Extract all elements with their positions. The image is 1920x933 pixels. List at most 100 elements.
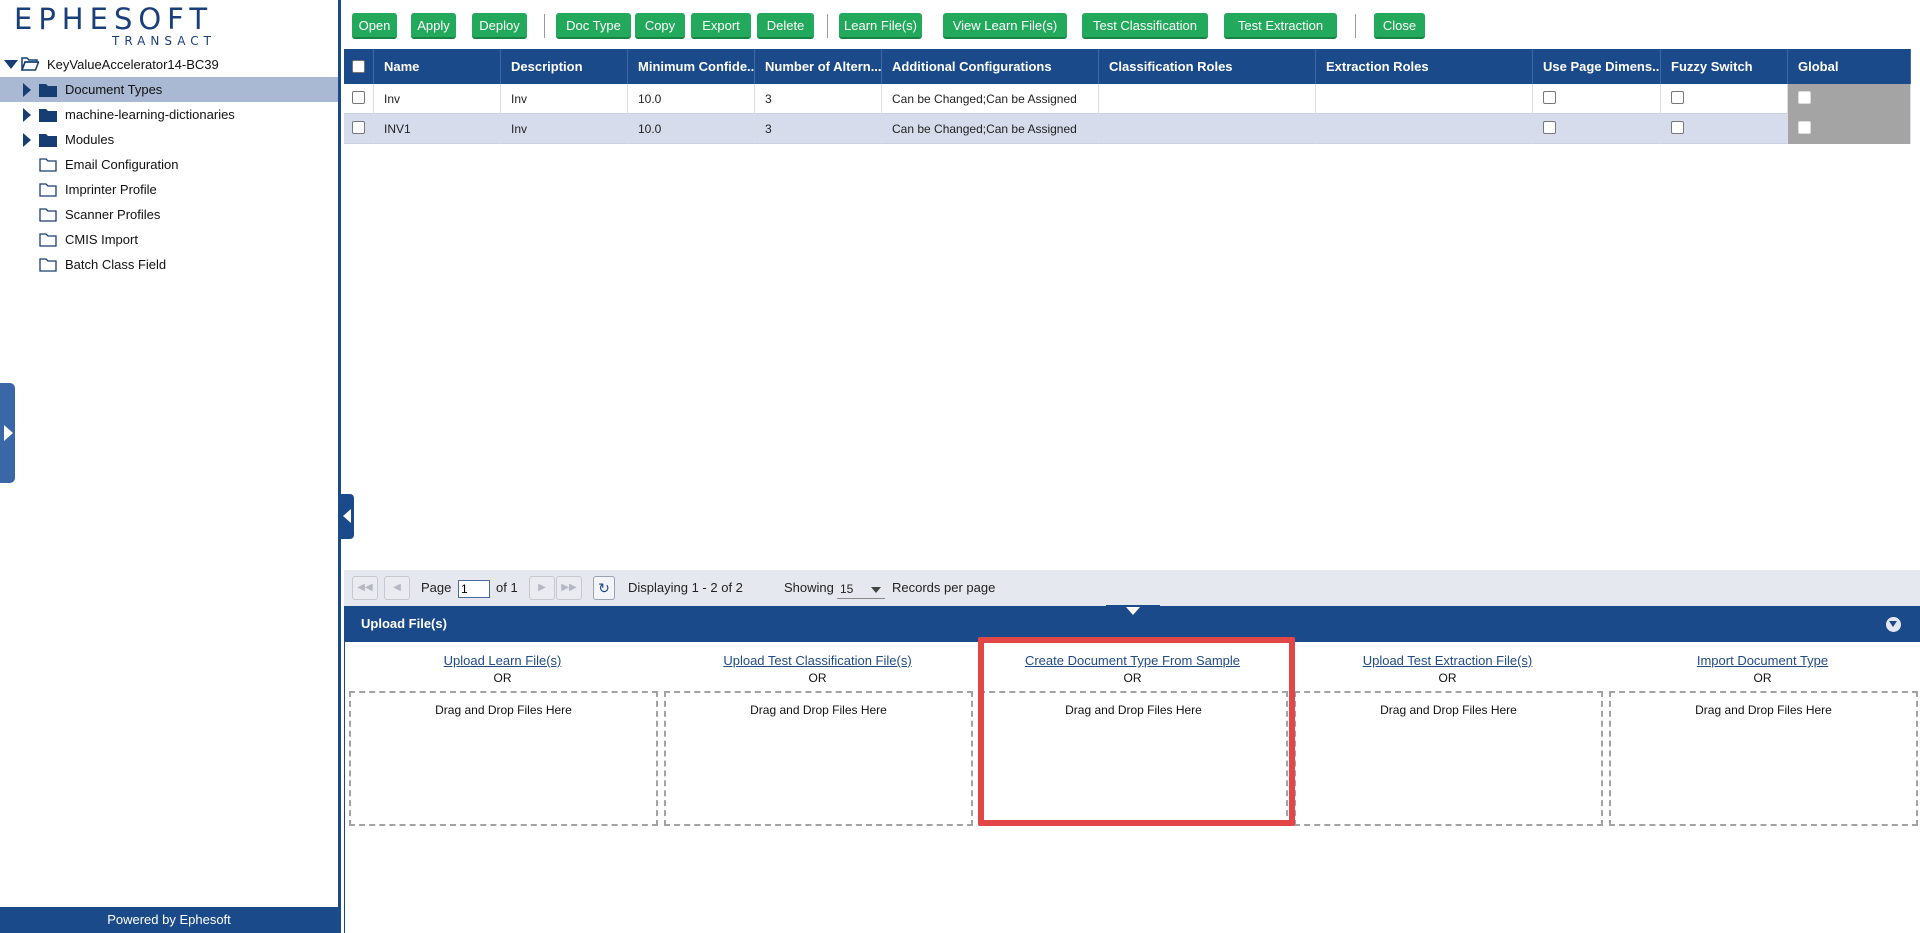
empty-folder-icon (39, 233, 57, 247)
drop-zone-text: Drag and Drop Files Here (1380, 703, 1517, 717)
tree-root[interactable]: KeyValueAccelerator14-BC39 (0, 52, 338, 77)
row-checkbox[interactable] (352, 121, 365, 134)
tree-item-email-configuration[interactable]: Email Configuration (0, 152, 338, 177)
panel-split-handle[interactable] (1106, 605, 1160, 615)
close-button[interactable]: Close (1374, 13, 1425, 39)
last-page-icon[interactable]: ▶▶ (556, 576, 582, 600)
use-page-dimensions-checkbox[interactable] (1543, 91, 1556, 104)
copy-button[interactable]: Copy (635, 13, 685, 39)
column-header-classification-roles[interactable]: Classification Roles (1099, 49, 1316, 84)
tree-item-label: Batch Class Field (65, 257, 167, 272)
cell-extraction-roles (1316, 114, 1533, 144)
column-header-extraction-roles[interactable]: Extraction Roles (1316, 49, 1533, 84)
column-header-number-of-alternatives[interactable]: Number of Altern... (755, 49, 882, 84)
expand-arrow-icon[interactable] (23, 83, 31, 97)
cell-min-confidence: 10.0 (628, 84, 755, 114)
tree-item-batch-class-field[interactable]: Batch Class Field (0, 252, 338, 277)
drop-zone[interactable]: Drag and Drop Files Here (1294, 691, 1603, 826)
fuzzy-switch-checkbox[interactable] (1671, 121, 1684, 134)
column-header-additional-configurations[interactable]: Additional Configurations (882, 49, 1099, 84)
column-header-fuzzy-switch[interactable]: Fuzzy Switch (1661, 49, 1788, 84)
deploy-button[interactable]: Deploy (472, 13, 527, 39)
upload-test-extraction-link[interactable]: Upload Test Extraction File(s) (1290, 653, 1605, 668)
drop-zone-text: Drag and Drop Files Here (435, 703, 572, 717)
previous-page-icon[interactable]: ◀ (384, 576, 410, 600)
upload-test-extraction-section: Upload Test Extraction File(s) OR Drag a… (1290, 642, 1605, 827)
collapse-panel-icon[interactable] (1886, 617, 1901, 632)
tree-item-document-types[interactable]: Document Types (0, 77, 338, 102)
chevron-down-icon (871, 587, 881, 593)
expand-sidebar-toggle[interactable] (0, 383, 15, 483)
use-page-dimensions-checkbox[interactable] (1543, 121, 1556, 134)
tree-item-label: Email Configuration (65, 157, 179, 172)
row-checkbox[interactable] (352, 91, 365, 104)
tree-item-cmis-import[interactable]: CMIS Import (0, 227, 338, 252)
refresh-icon[interactable]: ↻ (593, 576, 615, 600)
tree-item-imprinter-profile[interactable]: Imprinter Profile (0, 177, 338, 202)
collapse-left-icon (343, 509, 351, 523)
learn-files-button[interactable]: Learn File(s) (839, 13, 922, 39)
folder-icon (39, 84, 57, 97)
expand-arrow-icon[interactable] (4, 60, 18, 69)
empty-folder-icon (39, 208, 57, 222)
open-button[interactable]: Open (352, 13, 397, 39)
column-header-minimum-confidence[interactable]: Minimum Confide... (628, 49, 755, 84)
logo-subtitle: TRANSACT (112, 34, 216, 48)
expand-arrow-icon[interactable] (23, 108, 31, 122)
first-page-icon[interactable]: ◀◀ (352, 576, 378, 600)
export-button[interactable]: Export (691, 13, 751, 39)
fuzzy-switch-checkbox[interactable] (1671, 91, 1684, 104)
highlight-annotation-box (978, 637, 1295, 826)
doc-type-button[interactable]: Doc Type (556, 13, 631, 39)
cell-alternatives: 3 (755, 114, 882, 144)
cell-fuzzy-switch (1661, 84, 1788, 114)
document-types-grid: Name Description Minimum Confide... Numb… (344, 49, 1911, 144)
expand-arrow-icon[interactable] (23, 133, 31, 147)
table-row[interactable]: INV1 Inv 10.0 3 Can be Changed;Can be As… (344, 114, 1911, 144)
folder-icon (39, 109, 57, 122)
select-all-checkbox[interactable] (352, 60, 365, 73)
cell-classification-roles (1099, 114, 1316, 144)
batch-class-tree: KeyValueAccelerator14-BC39 Document Type… (0, 52, 338, 277)
table-row[interactable]: Inv Inv 10.0 3 Can be Changed;Can be Ass… (344, 84, 1911, 114)
toolbar-divider (1355, 14, 1356, 38)
column-header-description[interactable]: Description (501, 49, 628, 84)
or-label: OR (1438, 671, 1457, 685)
cell-use-page-dimensions (1533, 114, 1661, 144)
global-checkbox-disabled (1798, 91, 1811, 104)
upload-learn-files-section: Upload Learn File(s) OR Drag and Drop Fi… (345, 642, 660, 827)
upload-learn-files-link[interactable]: Upload Learn File(s) (345, 653, 660, 668)
column-header-use-page-dimensions[interactable]: Use Page Dimens... (1533, 49, 1661, 84)
drop-zone[interactable]: Drag and Drop Files Here (1609, 691, 1918, 826)
column-header-name[interactable]: Name (374, 49, 501, 84)
toolbar-divider (827, 14, 828, 38)
column-header-global[interactable]: Global (1788, 49, 1911, 84)
drop-zone[interactable]: Drag and Drop Files Here (349, 691, 658, 826)
or-label: OR (493, 671, 512, 685)
records-per-page-select[interactable]: 15 (837, 581, 885, 599)
collapse-tree-toggle[interactable] (341, 494, 354, 539)
tree-item-scanner-profiles[interactable]: Scanner Profiles (0, 202, 338, 227)
left-navigation-panel: EPHESOFT TRANSACT KeyValueAccelerator14-… (0, 0, 341, 933)
apply-button[interactable]: Apply (411, 13, 456, 39)
import-document-type-link[interactable]: Import Document Type (1605, 653, 1920, 668)
empty-folder-icon (39, 183, 57, 197)
tree-item-label: Document Types (65, 82, 163, 97)
open-folder-icon (21, 57, 39, 71)
showing-label: Showing (784, 580, 834, 595)
delete-button[interactable]: Delete (757, 13, 814, 39)
view-learn-files-button[interactable]: View Learn File(s) (943, 13, 1067, 39)
drop-zone-text: Drag and Drop Files Here (1695, 703, 1832, 717)
upload-test-classification-section: Upload Test Classification File(s) OR Dr… (660, 642, 975, 827)
tree-item-machine-learning-dictionaries[interactable]: machine-learning-dictionaries (0, 102, 338, 127)
page-number-input[interactable] (458, 580, 490, 598)
test-extraction-button[interactable]: Test Extraction (1224, 13, 1337, 39)
or-label: OR (808, 671, 827, 685)
tree-item-modules[interactable]: Modules (0, 127, 338, 152)
global-checkbox-disabled (1798, 121, 1811, 134)
next-page-icon[interactable]: ▶ (529, 576, 555, 600)
upload-test-classification-link[interactable]: Upload Test Classification File(s) (660, 653, 975, 668)
test-classification-button[interactable]: Test Classification (1082, 13, 1208, 39)
cell-name: INV1 (374, 114, 501, 144)
drop-zone[interactable]: Drag and Drop Files Here (664, 691, 973, 826)
